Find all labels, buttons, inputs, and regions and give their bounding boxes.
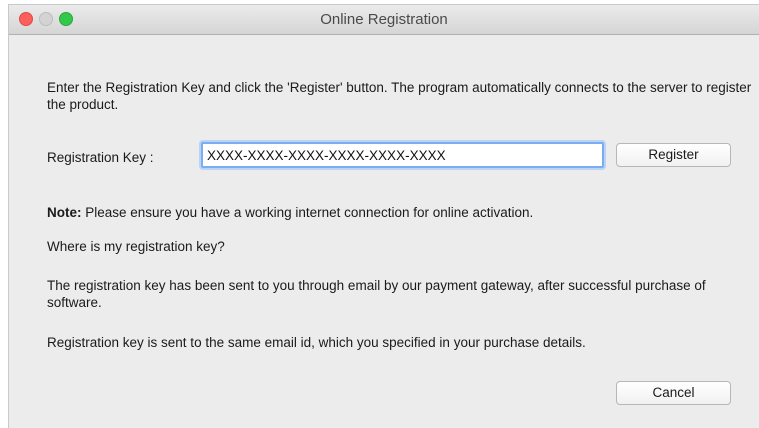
dialog-content: Enter the Registration Key and click the… [9, 35, 759, 428]
registration-key-label: Registration Key : [47, 150, 154, 165]
registration-window: Online Registration Enter the Registrati… [8, 4, 759, 428]
note-text: Note: Please ensure you have a working i… [47, 204, 757, 221]
help-answer-email: The registration key has been sent to yo… [47, 278, 706, 310]
intro-text: Enter the Registration Key and click the… [47, 80, 752, 112]
registration-key-input[interactable] [201, 142, 604, 168]
help-question: Where is my registration key? [47, 239, 225, 254]
help-answer-email-id: Registration key is sent to the same ema… [47, 335, 586, 350]
note-message: Please ensure you have a working interne… [85, 205, 534, 220]
window-title: Online Registration [320, 11, 448, 28]
note-prefix: Note: [47, 205, 82, 220]
cancel-button[interactable]: Cancel [616, 381, 731, 405]
register-button[interactable]: Register [616, 143, 731, 167]
title-bar[interactable]: Online Registration [9, 5, 759, 35]
